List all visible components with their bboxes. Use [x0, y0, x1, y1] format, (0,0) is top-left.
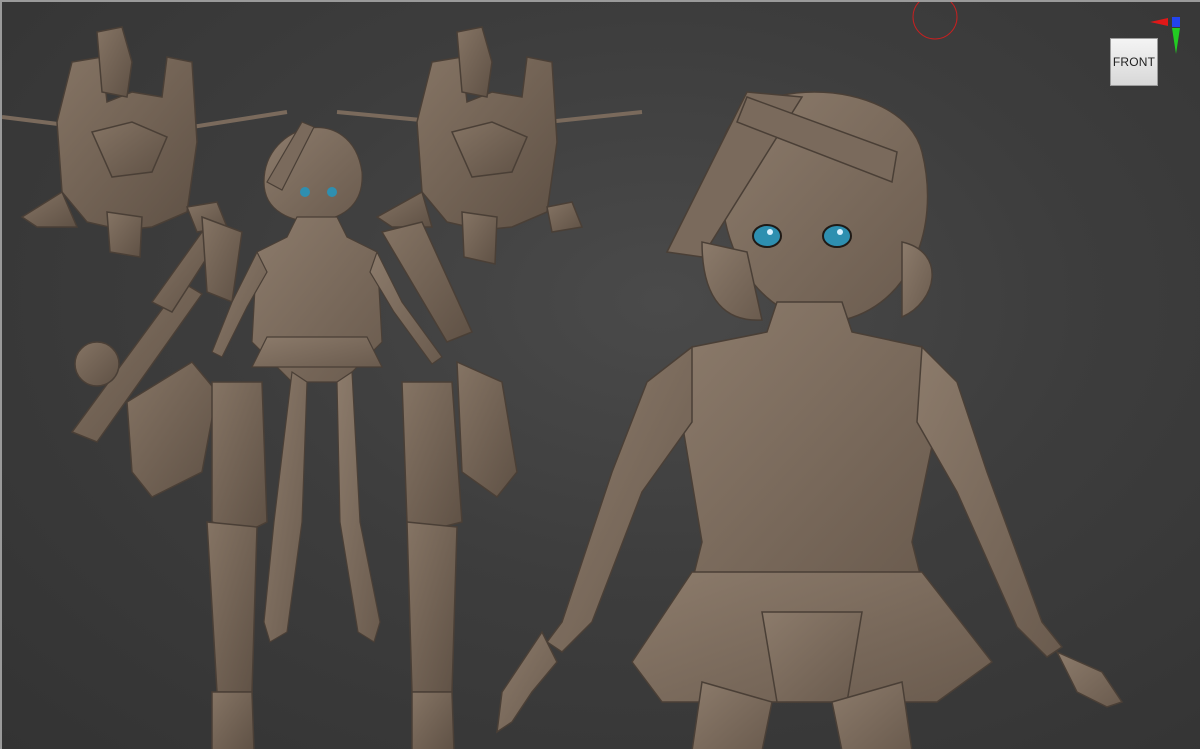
- view-cube-front[interactable]: FRONT: [1110, 38, 1158, 86]
- backpack-unit-right: [336, 26, 643, 265]
- 3d-viewport[interactable]: FRONT: [0, 0, 1200, 749]
- leg-armor-left: [126, 361, 268, 749]
- backpack-unit-left: [2, 26, 288, 258]
- view-label: FRONT: [1112, 55, 1156, 69]
- leg-armor-right: [380, 221, 518, 749]
- model-scene[interactable]: [2, 2, 1200, 749]
- camera-target-icon: [912, 2, 958, 40]
- figure-closeup: [496, 91, 1124, 749]
